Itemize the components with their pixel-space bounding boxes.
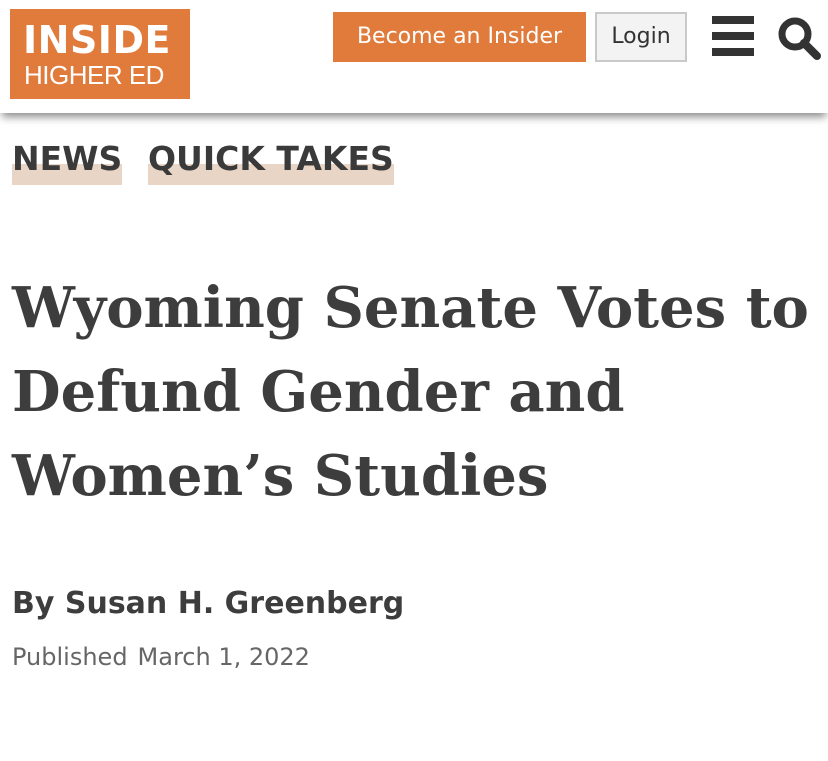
tag-news[interactable]: NEWS [12, 138, 123, 186]
hamburger-menu-icon[interactable] [712, 15, 754, 57]
become-insider-button[interactable]: Become an Insider [333, 12, 586, 62]
published-label: Published [12, 643, 128, 671]
article-published: Published March 1, 2022 [12, 640, 310, 674]
search-icon[interactable] [776, 15, 822, 61]
article-headline: Wyoming Senate Votes to Defund Gender an… [12, 275, 809, 509]
logo-line-1: INSIDE [23, 18, 171, 62]
site-logo[interactable]: INSIDE HIGHER ED [10, 9, 190, 99]
tag-quick-takes-label: QUICK TAKES [148, 139, 394, 178]
login-button[interactable]: Login [595, 12, 687, 62]
article-byline: By Susan H. Greenberg [12, 586, 405, 621]
published-date: March 1, 2022 [137, 643, 310, 671]
site-header: INSIDE HIGHER ED Become an Insider Login [0, 0, 828, 113]
tag-quick-takes[interactable]: QUICK TAKES [148, 138, 394, 186]
logo-line-2: HIGHER ED [24, 60, 164, 90]
tag-news-label: NEWS [12, 139, 123, 178]
